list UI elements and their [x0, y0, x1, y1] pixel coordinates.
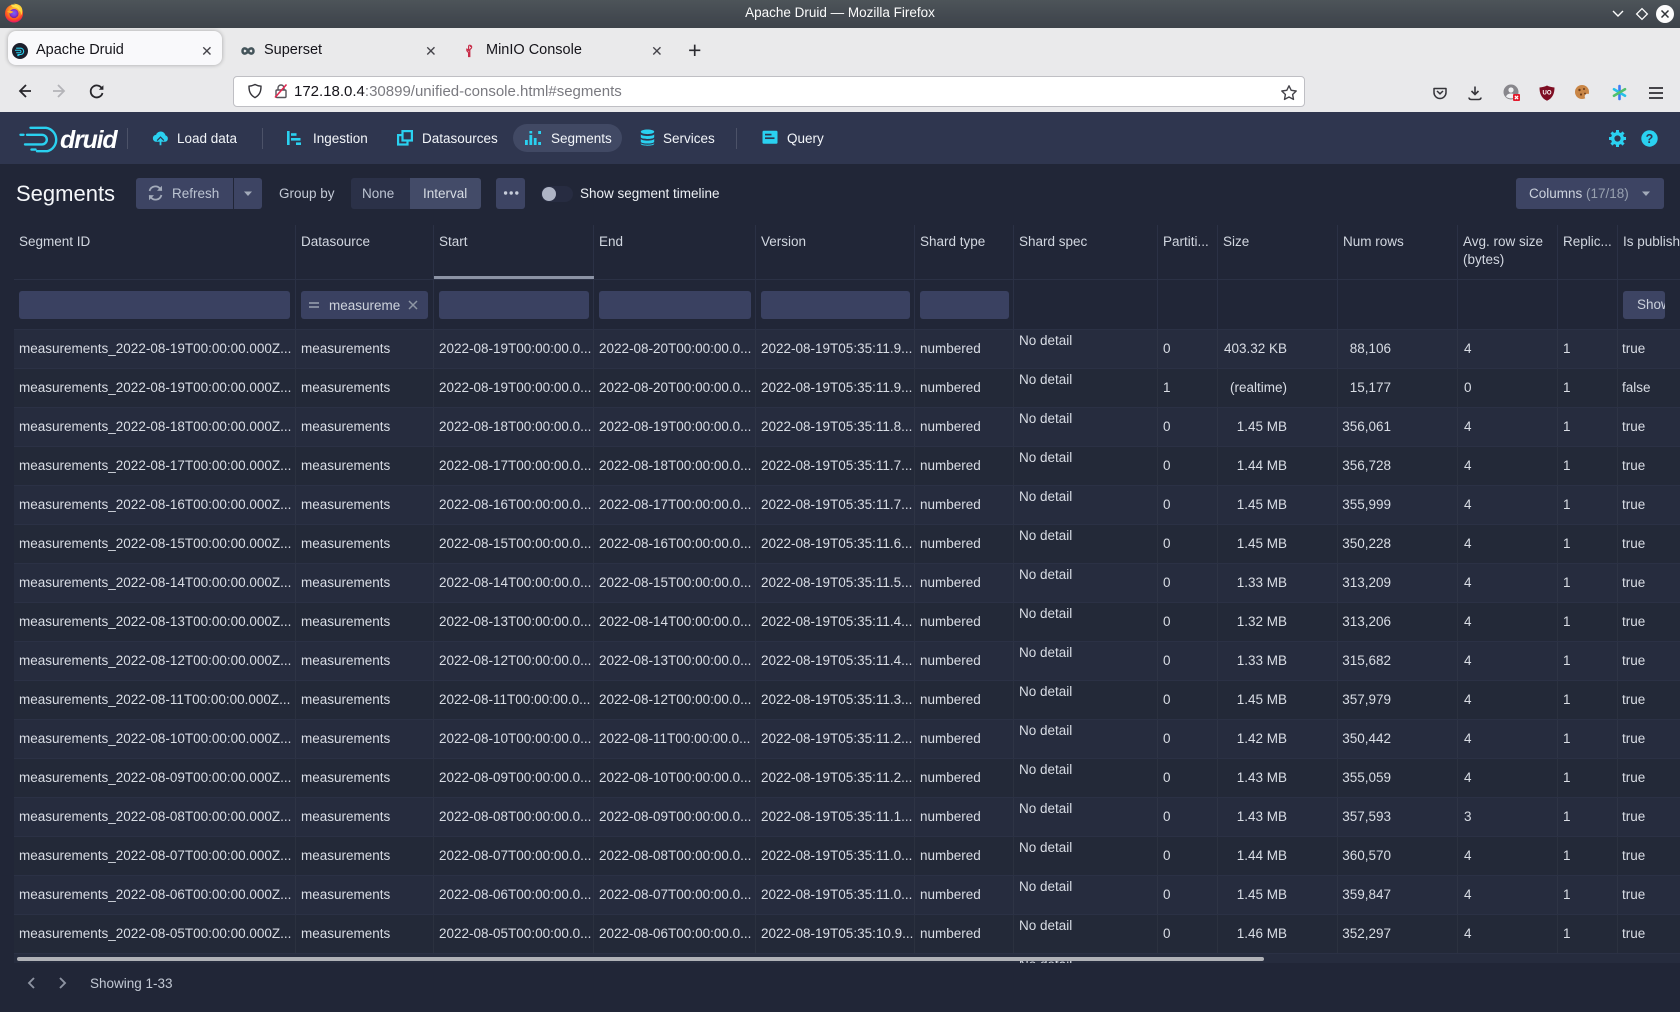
- svg-text:?: ?: [1646, 132, 1654, 146]
- svg-text:UO: UO: [1543, 91, 1552, 97]
